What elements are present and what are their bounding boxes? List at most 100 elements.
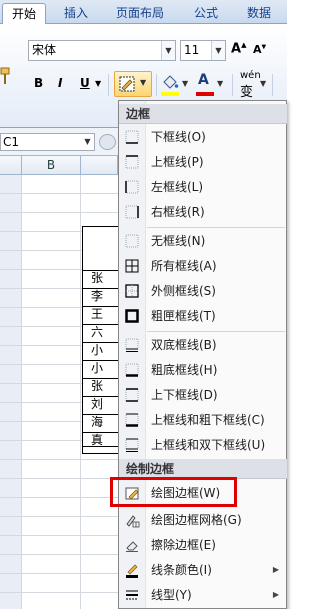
- table-row[interactable]: 张: [82, 378, 118, 393]
- table-row[interactable]: 王: [82, 306, 118, 321]
- grow-font-button[interactable]: A▲: [231, 41, 246, 56]
- menu-item-label: 上框线和双下框线(U): [151, 438, 266, 452]
- menu-section-borders: 边框: [119, 104, 287, 124]
- divider: [272, 74, 273, 96]
- chevron-down-icon[interactable]: ▼: [260, 79, 266, 88]
- menu-item-label: 粗底框线(H): [151, 363, 218, 377]
- outside-borders-icon: [125, 284, 139, 298]
- menu-item-draw-border-grid[interactable]: 绘图边框网格(G): [119, 508, 287, 532]
- top-bottom-border-icon: [125, 388, 139, 402]
- chevron-down-icon[interactable]: ▼: [161, 41, 175, 60]
- font-name-combobox[interactable]: 宋体 ▼: [28, 40, 176, 61]
- chevron-down-icon[interactable]: ▼: [217, 79, 223, 88]
- menu-item-top-border[interactable]: 上框线(P): [119, 150, 287, 174]
- menu-item-right-border[interactable]: 右框线(R): [119, 200, 287, 224]
- tab-home[interactable]: 开始: [2, 3, 46, 24]
- left-border-icon: [125, 180, 139, 194]
- phonetic-guide-button[interactable]: 变: [240, 81, 253, 100]
- menu-item-label: 线条颜色(I): [151, 563, 212, 577]
- select-all-corner[interactable]: [0, 156, 22, 175]
- chevron-down-icon: ▼: [140, 78, 147, 87]
- line-color-icon: [126, 564, 138, 578]
- menu-item-label: 双底框线(B): [151, 338, 217, 352]
- menu-item-label: 上框线和粗下框线(C): [151, 413, 265, 427]
- font-name-value: 宋体: [32, 43, 57, 57]
- menu-item-line-style[interactable]: 线型(Y) ▶: [119, 583, 287, 607]
- font-size-combobox[interactable]: 11 ▼: [180, 40, 226, 61]
- name-box-value: C1: [3, 135, 20, 149]
- shrink-font-button[interactable]: A▼: [253, 43, 266, 56]
- menu-item-double-bottom-border[interactable]: 双底框线(B): [119, 333, 287, 357]
- table-row[interactable]: 小: [82, 360, 118, 375]
- tab-insert[interactable]: 插入: [54, 3, 98, 24]
- font-size-value: 11: [184, 43, 200, 57]
- submenu-arrow-icon: ▶: [272, 590, 279, 599]
- menu-item-top-double-bottom-border[interactable]: 上框线和双下框线(U): [119, 433, 287, 457]
- chevron-down-icon[interactable]: ▼: [81, 134, 94, 150]
- table-row[interactable]: 六: [82, 324, 118, 339]
- menu-section-draw-borders: 绘制边框: [119, 459, 287, 479]
- tab-data[interactable]: 数据: [236, 3, 282, 24]
- menu-item-top-bottom-border[interactable]: 上下框线(D): [119, 383, 287, 407]
- formula-bar-handle-icon[interactable]: [99, 134, 116, 150]
- menu-item-erase-border[interactable]: 擦除边框(E): [119, 533, 287, 557]
- menu-item-label: 下框线(O): [151, 130, 206, 144]
- column-header-b[interactable]: B: [22, 156, 81, 175]
- thick-bottom-border-icon: [125, 363, 139, 377]
- menu-item-label: 所有框线(A): [151, 259, 217, 273]
- divider: [156, 74, 157, 96]
- underline-button[interactable]: U: [80, 76, 90, 90]
- menu-item-label: 粗匣框线(T): [151, 309, 216, 323]
- menu-item-label: 上框线(P): [151, 155, 204, 169]
- borders-dropdown-menu: 边框 下框线(O) 上框线(P) 左框线(L) 右框线(R) 无框线(N) 所有…: [118, 100, 287, 609]
- menu-divider: [147, 227, 285, 228]
- menu-item-all-borders[interactable]: 所有框线(A): [119, 254, 287, 278]
- tab-formulas[interactable]: 公式: [184, 3, 228, 24]
- table-row[interactable]: 小: [82, 342, 118, 357]
- chevron-down-icon[interactable]: ▼: [182, 79, 188, 88]
- menu-item-label: 上下框线(D): [151, 388, 218, 402]
- menu-item-thick-box-border[interactable]: 粗匣框线(T): [119, 304, 287, 328]
- bottom-border-icon: [125, 130, 139, 144]
- borders-button[interactable]: ▼: [114, 71, 152, 97]
- draw-border-grid-icon: [126, 515, 140, 528]
- menu-item-line-color[interactable]: 线条颜色(I) ▶: [119, 558, 287, 582]
- table-row[interactable]: 真: [82, 432, 118, 447]
- menu-item-label: 左框线(L): [151, 180, 204, 194]
- top-double-bottom-border-icon: [125, 438, 139, 452]
- menu-divider: [147, 331, 285, 332]
- menu-item-left-border[interactable]: 左框线(L): [119, 175, 287, 199]
- table-row[interactable]: 张: [82, 270, 118, 285]
- chevron-down-icon[interactable]: ▼: [211, 41, 225, 60]
- annotation-highlight-box: [110, 477, 237, 507]
- menu-item-label: 擦除边框(E): [151, 538, 216, 552]
- menu-item-outside-borders[interactable]: 外侧框线(S): [119, 279, 287, 303]
- fill-color-button[interactable]: [161, 74, 179, 94]
- line-style-icon: [126, 590, 138, 600]
- table-row[interactable]: 刘: [82, 396, 118, 411]
- menu-item-top-thick-bottom-border[interactable]: 上框线和粗下框线(C): [119, 408, 287, 432]
- table-row[interactable]: 李: [82, 288, 118, 303]
- bold-button[interactable]: B: [34, 76, 43, 90]
- fill-color-swatch: [161, 92, 179, 96]
- divider: [108, 74, 109, 96]
- divider: [232, 74, 233, 96]
- underline-dropdown-icon[interactable]: ▼: [95, 79, 101, 88]
- column-header-c[interactable]: [81, 156, 118, 175]
- name-box[interactable]: C1 ▼: [0, 133, 95, 151]
- menu-item-no-border[interactable]: 无框线(N): [119, 229, 287, 253]
- menu-item-thick-bottom-border[interactable]: 粗底框线(H): [119, 358, 287, 382]
- tab-page-layout[interactable]: 页面布局: [104, 3, 176, 24]
- menu-item-bottom-border[interactable]: 下框线(O): [119, 125, 287, 149]
- no-border-icon: [125, 234, 139, 248]
- font-color-button[interactable]: A: [198, 72, 209, 88]
- paint-bucket-icon: [163, 75, 179, 89]
- italic-button[interactable]: I: [58, 76, 62, 90]
- format-painter-icon[interactable]: [0, 64, 14, 94]
- phonetic-guide-label: wén: [240, 70, 261, 81]
- font-color-swatch: [196, 92, 214, 96]
- table-row[interactable]: 海: [82, 414, 118, 429]
- menu-item-label: 线型(Y): [151, 588, 192, 602]
- borders-icon: [119, 76, 135, 92]
- ribbon-tab-bar: 开始 插入 页面布局 公式 数据: [0, 0, 287, 24]
